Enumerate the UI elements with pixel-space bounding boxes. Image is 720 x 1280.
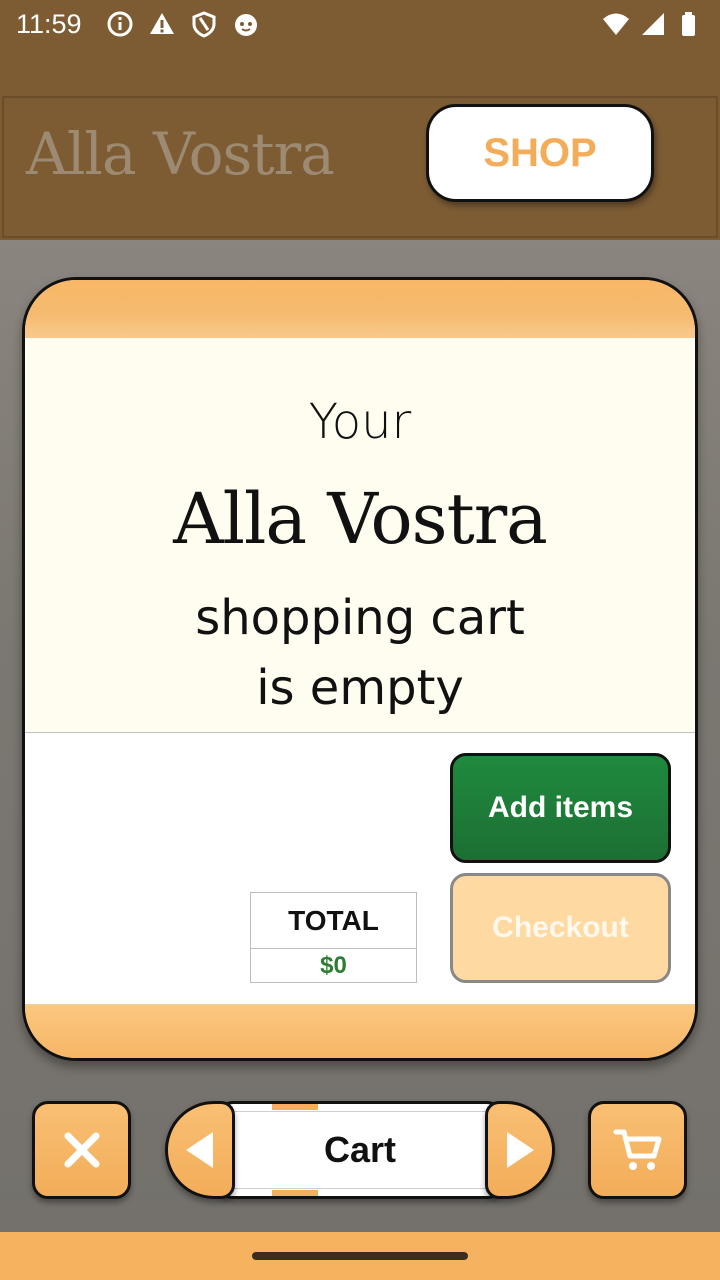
checkout-button[interactable]: Checkout (450, 873, 671, 983)
wifi-icon (603, 13, 629, 35)
arrow-left-icon (186, 1132, 213, 1168)
current-section-label: Cart (323, 1129, 397, 1170)
status-bar: 11:59 (0, 0, 720, 48)
add-items-label: Add items (487, 791, 634, 824)
previous-section-button[interactable] (165, 1101, 235, 1199)
status-icons-left (106, 10, 260, 38)
message-is-empty: is empty (256, 660, 464, 716)
checkout-label: Checkout (492, 911, 629, 944)
empty-cart-message: Your Alla Vostra shopping cart is empty (25, 338, 695, 733)
warning-icon (150, 13, 174, 34)
message-brand: Alla Vostra (173, 478, 548, 560)
status-time: 11:59 (16, 9, 82, 39)
modal-bottom-band (25, 1004, 695, 1058)
shield-icon (192, 11, 216, 38)
modal-top-band (25, 280, 695, 338)
add-items-button[interactable]: Add items (450, 753, 671, 863)
next-section-button[interactable] (485, 1101, 555, 1199)
info-icon (107, 11, 133, 37)
system-navigation-bar (0, 1232, 720, 1280)
close-button[interactable] (32, 1101, 131, 1199)
cat-icon (235, 14, 257, 36)
arrow-right-icon (507, 1132, 534, 1168)
cart-button[interactable] (588, 1101, 687, 1199)
total-label: TOTAL (251, 893, 416, 949)
current-section: Cart (217, 1101, 503, 1199)
brand-logo[interactable]: Alla Vostra (26, 120, 335, 188)
status-icons-right (602, 10, 702, 38)
shop-button[interactable]: SHOP (426, 104, 654, 202)
cart-icon (613, 1129, 661, 1170)
close-icon (64, 1132, 99, 1168)
shop-button-label: SHOP (483, 130, 597, 175)
section-navigator: Cart (165, 1101, 555, 1199)
cart-modal: Your Alla Vostra shopping cart is empty … (22, 277, 698, 1061)
app-header: Alla Vostra SHOP (0, 48, 720, 240)
signal-icon (642, 13, 664, 35)
message-shopping-cart: shopping cart (195, 590, 525, 646)
home-indicator[interactable] (252, 1252, 468, 1260)
total-box: TOTAL $0 (250, 892, 417, 983)
cart-actions-area: Add items TOTAL $0 Checkout (25, 733, 695, 1004)
total-value: $0 (320, 951, 347, 979)
battery-icon (682, 12, 695, 36)
message-your: Your (308, 394, 412, 450)
